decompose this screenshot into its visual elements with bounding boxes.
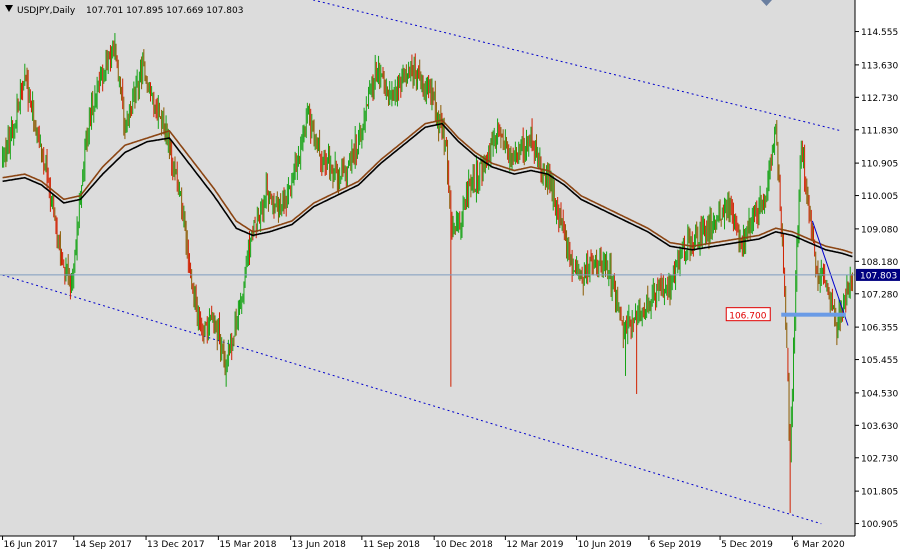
time-tick-label: 15 Mar 2018 xyxy=(219,540,276,550)
price-tick-label: 113.630 xyxy=(861,61,898,71)
time-tick-label: 10 Dec 2018 xyxy=(435,540,493,550)
time-tick-label: 13 Dec 2017 xyxy=(147,540,205,550)
time-tick-label: 10 Jun 2019 xyxy=(578,540,632,550)
price-tick-label: 100.905 xyxy=(861,520,898,530)
time-tick-label: 14 Sep 2017 xyxy=(75,540,132,550)
price-tick-label: 110.005 xyxy=(861,192,898,202)
chart-title-symbol: USDJPY,Daily xyxy=(17,6,76,16)
support-zone xyxy=(781,312,846,317)
time-tick-label: 5 Dec 2019 xyxy=(721,540,773,550)
current-price-label-text: 107.803 xyxy=(860,271,897,281)
price-tick-label: 102.730 xyxy=(861,454,898,464)
price-tick-label: 104.530 xyxy=(861,389,898,399)
price-tick-label: 114.555 xyxy=(861,28,898,38)
support-price-label: 106.700 xyxy=(729,312,766,322)
time-tick-label: 6 Sep 2019 xyxy=(650,540,702,550)
price-tick-label: 106.355 xyxy=(861,324,898,334)
price-tick-label: 101.805 xyxy=(861,488,898,498)
current-price-label: 107.803 xyxy=(856,268,900,281)
support-annotation: 106.700 xyxy=(725,307,771,322)
price-tick-label: 108.180 xyxy=(861,258,898,268)
price-tick-label: 109.080 xyxy=(861,225,898,235)
price-tick-label: 103.630 xyxy=(861,422,898,432)
price-tick-label: 107.280 xyxy=(861,290,898,300)
chart-window[interactable]: 114.555 113.630 112.730 111.830 110.905 110.0… xyxy=(0,0,900,554)
price-tick-label: 110.905 xyxy=(861,160,898,170)
time-tick-label: 13 Jun 2018 xyxy=(292,540,346,550)
price-tick-label: 112.730 xyxy=(861,94,898,104)
price-tick-label: 105.455 xyxy=(861,356,898,366)
time-tick-label: 16 Jun 2017 xyxy=(4,540,58,550)
price-tick-label: 111.830 xyxy=(861,126,898,136)
time-tick-label: 12 Mar 2019 xyxy=(506,540,563,550)
usdjpy-daily-chart[interactable]: 114.555 113.630 112.730 111.830 110.905 110.0… xyxy=(0,0,900,554)
chart-title-ohlc: 107.701 107.895 107.669 107.803 xyxy=(86,6,243,16)
time-tick-label: 6 Mar 2020 xyxy=(793,540,845,550)
time-tick-label: 11 Sep 2018 xyxy=(363,540,420,550)
chart-background xyxy=(0,0,900,554)
